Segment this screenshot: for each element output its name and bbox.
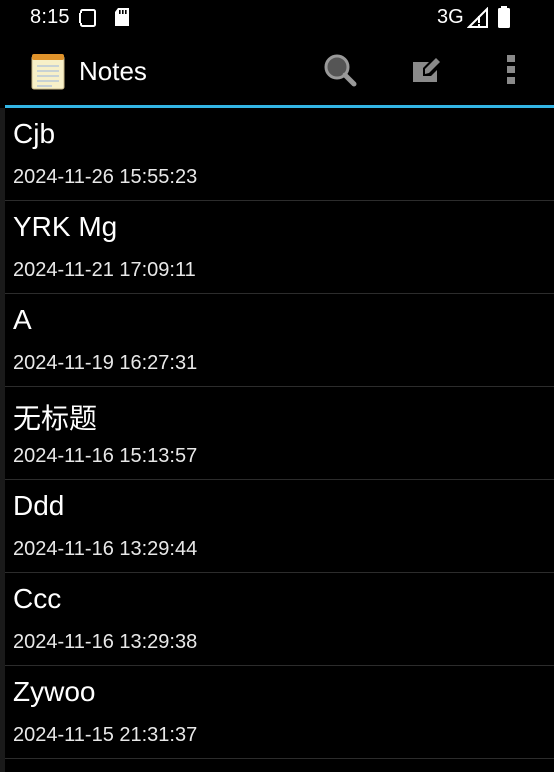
status-time: 8:15 [30, 6, 70, 28]
note-date: 2024-11-15 21:31:37 [13, 724, 198, 746]
note-date: 2024-11-16 13:29:44 [13, 538, 198, 560]
note-title: Zywoo [13, 676, 96, 707]
signal-icon [466, 6, 489, 34]
note-title: 无标题 [13, 403, 98, 434]
search-icon [322, 52, 358, 93]
note-list-item[interactable]: 无标题 2024-11-16 15:13:57 [5, 387, 554, 480]
note-title: Cjb [13, 118, 56, 149]
sd-card-icon [114, 7, 130, 32]
note-date: 2024-11-21 17:09:11 [13, 259, 196, 281]
note-date: 2024-11-19 16:27:31 [13, 352, 198, 374]
note-title: YRK Mg [13, 211, 118, 242]
note-title: Ddd [13, 490, 65, 521]
note-list-item[interactable]: A 2024-11-19 16:27:31 [5, 294, 554, 387]
note-date: 2024-11-16 13:29:38 [13, 631, 198, 653]
overflow-menu-icon [505, 52, 517, 93]
app-title: Notes [79, 56, 147, 86]
new-note-icon [409, 54, 441, 91]
notes-list[interactable]: Cjb 2024-11-26 15:55:23 YRK Mg 2024-11-2… [5, 108, 554, 772]
notes-app-icon [30, 52, 66, 90]
network-type: 3G [437, 6, 464, 28]
new-note-button[interactable] [403, 50, 447, 94]
action-bar: Notes [0, 36, 554, 106]
note-title: Ccc [13, 583, 62, 614]
note-list-item[interactable]: Cjb 2024-11-26 15:55:23 [5, 108, 554, 201]
status-bar: 8:15 3G [0, 0, 554, 36]
note-date: 2024-11-16 15:13:57 [13, 445, 198, 467]
search-button[interactable] [318, 50, 362, 94]
battery-icon [497, 5, 511, 34]
note-list-item[interactable]: Zywoo 2024-11-15 21:31:37 [5, 666, 554, 759]
overflow-menu-button[interactable] [489, 50, 533, 94]
note-list-item[interactable]: YRK Mg 2024-11-21 17:09:11 [5, 201, 554, 294]
note-title: A [13, 304, 32, 335]
note-list-item[interactable]: Ddd 2024-11-16 13:29:44 [5, 480, 554, 573]
note-list-item[interactable]: Ccc 2024-11-16 13:29:38 [5, 573, 554, 666]
screenshot-icon [78, 8, 98, 33]
note-date: 2024-11-26 15:55:23 [13, 166, 198, 188]
